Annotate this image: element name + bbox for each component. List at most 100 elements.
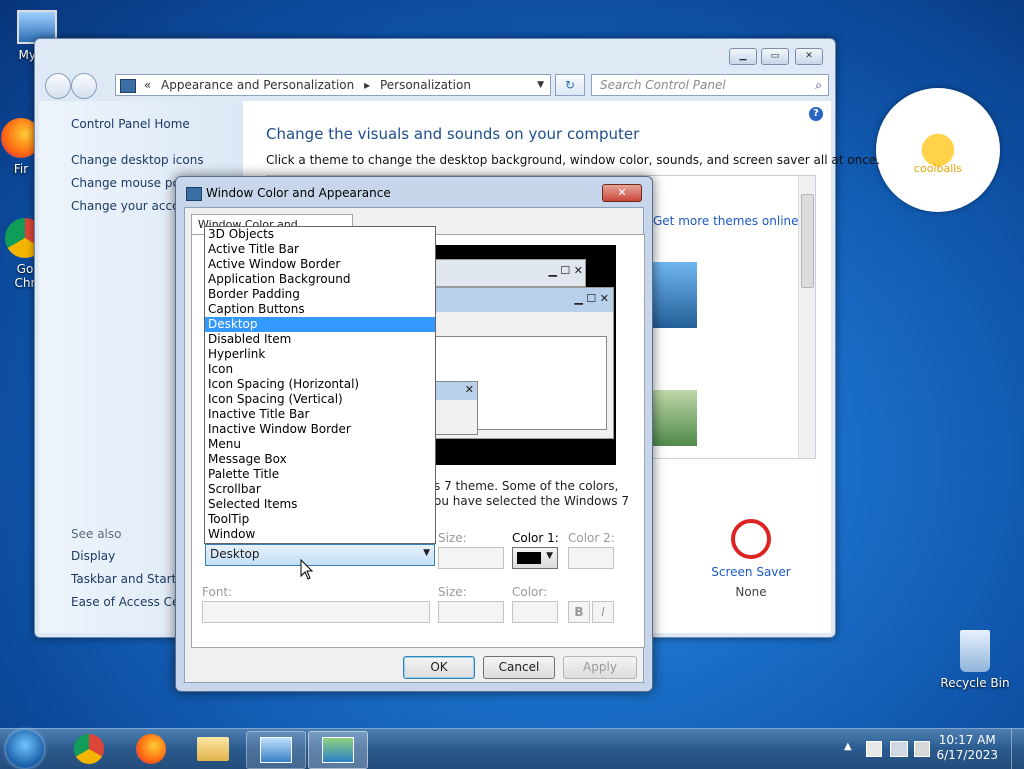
font-size-label: Size: — [438, 585, 467, 599]
screen-saver-item[interactable]: Screen Saver None — [711, 519, 791, 599]
close-button[interactable]: ✕ — [795, 48, 823, 65]
control-panel-icon — [260, 737, 292, 763]
theme-thumbnail[interactable] — [653, 390, 697, 446]
show-desktop-button[interactable] — [1011, 729, 1024, 769]
color1-swatch — [517, 552, 541, 564]
preview-pane: ▁ ☐ ✕ ▁ ☐ ✕ ✕ — [428, 245, 616, 465]
search-input[interactable]: Search Control Panel ⌕ — [591, 74, 829, 96]
color1-picker[interactable]: ▼ — [512, 547, 558, 569]
search-icon[interactable]: ⌕ — [815, 75, 822, 95]
dropdown-option[interactable]: Icon — [205, 362, 435, 377]
window-titlebar[interactable]: ▁ ▭ ✕ — [35, 39, 835, 69]
minimize-button[interactable]: ▁ — [729, 48, 757, 65]
address-box[interactable]: « Appearance and Personalization ▸ Perso… — [115, 74, 551, 96]
address-dropdown-icon[interactable]: ▼ — [537, 75, 544, 95]
italic-button[interactable]: I — [592, 601, 614, 623]
size-label: Size: — [438, 531, 467, 545]
item-dropdown-list[interactable]: 3D Objects Active Title Bar Active Windo… — [204, 226, 436, 544]
dropdown-option[interactable]: Border Padding — [205, 287, 435, 302]
see-also-display[interactable]: Display — [71, 549, 115, 563]
chevron-down-icon: ▼ — [546, 551, 553, 561]
taskbar-firefox[interactable] — [122, 731, 180, 767]
cancel-button[interactable]: Cancel — [483, 656, 555, 679]
maximize-button[interactable]: ▭ — [761, 48, 789, 65]
dropdown-option[interactable]: Icon Spacing (Horizontal) — [205, 377, 435, 392]
dropdown-option-selected[interactable]: Desktop — [205, 317, 435, 332]
dropdown-option[interactable]: Application Background — [205, 272, 435, 287]
dropdown-option[interactable]: Caption Buttons — [205, 302, 435, 317]
dropdown-option[interactable]: 3D Objects — [205, 227, 435, 242]
refresh-button[interactable]: ↻ — [555, 74, 585, 96]
font-color-picker[interactable] — [512, 601, 558, 623]
get-more-themes-link[interactable]: Get more themes online — [653, 214, 799, 228]
taskbar: ▲ 10:17 AM 6/17/2023 — [0, 728, 1024, 769]
color1-label: Color 1: — [512, 531, 559, 545]
color2-picker[interactable] — [568, 547, 614, 569]
clock-brand-label: coolballs — [913, 162, 963, 175]
themes-scrollbar[interactable] — [798, 176, 815, 458]
help-icon[interactable]: ? — [809, 107, 823, 121]
apply-button[interactable]: Apply — [563, 656, 637, 679]
dropdown-option[interactable]: Icon Spacing (Vertical) — [205, 392, 435, 407]
back-button[interactable] — [45, 73, 71, 99]
desktop-icon-recycle-bin[interactable]: Recycle Bin — [940, 630, 1010, 690]
taskbar-control-panel[interactable] — [246, 731, 306, 769]
dialog-title: Window Color and Appearance — [206, 186, 391, 200]
dropdown-option[interactable]: Active Title Bar — [205, 242, 435, 257]
dropdown-option[interactable]: Inactive Title Bar — [205, 407, 435, 422]
forward-button[interactable] — [71, 73, 97, 99]
taskbar-explorer[interactable] — [184, 731, 242, 767]
start-button[interactable] — [6, 730, 44, 768]
dropdown-option[interactable]: Active Window Border — [205, 257, 435, 272]
see-also-ease-of-access[interactable]: Ease of Access Cent — [71, 595, 192, 609]
dropdown-option[interactable]: Selected Items — [205, 497, 435, 512]
show-hidden-icons-button[interactable]: ▲ — [844, 741, 852, 752]
font-dropdown[interactable] — [202, 601, 430, 623]
see-also-taskbar[interactable]: Taskbar and Start M — [71, 572, 191, 586]
dropdown-option[interactable]: Disabled Item — [205, 332, 435, 347]
ok-button[interactable]: OK — [403, 656, 475, 679]
font-label: Font: — [202, 585, 233, 599]
folder-icon — [197, 737, 229, 761]
volume-icon[interactable] — [914, 741, 930, 757]
taskbar-window-color[interactable] — [308, 731, 368, 769]
page-title: Change the visuals and sounds on your co… — [266, 125, 640, 143]
firefox-icon — [136, 734, 166, 764]
system-clock[interactable]: 10:17 AM 6/17/2023 — [936, 733, 998, 763]
taskbar-chrome[interactable] — [60, 731, 118, 767]
bold-button[interactable]: B — [568, 601, 590, 623]
sidebar-change-desktop-icons[interactable]: Change desktop icons — [71, 153, 204, 167]
breadcrumb-appearance[interactable]: Appearance and Personalization — [161, 78, 354, 92]
dropdown-option[interactable]: Message Box — [205, 452, 435, 467]
theme-thumbnail[interactable] — [653, 262, 697, 328]
note-text-line-2: ou have selected the Windows 7 — [434, 494, 630, 508]
clock-time: 10:17 AM — [938, 733, 996, 747]
sidebar-change-account-picture[interactable]: Change your accou — [71, 199, 187, 213]
action-center-icon[interactable] — [866, 741, 882, 757]
item-dropdown[interactable]: Desktop ▼ — [205, 544, 435, 566]
dropdown-option[interactable]: ToolTip — [205, 512, 435, 527]
dropdown-option[interactable]: Hyperlink — [205, 347, 435, 362]
dropdown-option[interactable]: Window — [205, 527, 435, 542]
font-color-label: Color: — [512, 585, 548, 599]
control-panel-icon — [120, 78, 136, 93]
sidebar-change-mouse-pointers[interactable]: Change mouse poir — [71, 176, 188, 190]
clock-date: 6/17/2023 — [936, 748, 998, 762]
dialog-close-button[interactable]: ✕ — [602, 184, 642, 202]
breadcrumb-personalization[interactable]: Personalization — [380, 78, 471, 92]
chevron-down-icon: ▼ — [423, 548, 430, 558]
preview-inactive-window: ▁ ☐ ✕ — [428, 259, 586, 287]
recycle-bin-icon — [960, 630, 990, 672]
network-icon[interactable] — [890, 741, 908, 757]
dropdown-option[interactable]: Menu — [205, 437, 435, 452]
dropdown-option[interactable]: Inactive Window Border — [205, 422, 435, 437]
address-bar: « Appearance and Personalization ▸ Perso… — [43, 71, 829, 99]
scrollbar-thumb[interactable] — [801, 194, 814, 288]
clock-gadget[interactable]: coolballs — [876, 88, 1000, 212]
color2-label: Color 2: — [568, 531, 615, 545]
dropdown-option[interactable]: Palette Title — [205, 467, 435, 482]
sidebar-home-link[interactable]: Control Panel Home — [71, 117, 190, 131]
dropdown-option[interactable]: Scrollbar — [205, 482, 435, 497]
size-spinner[interactable] — [438, 547, 504, 569]
font-size-dropdown[interactable] — [438, 601, 504, 623]
